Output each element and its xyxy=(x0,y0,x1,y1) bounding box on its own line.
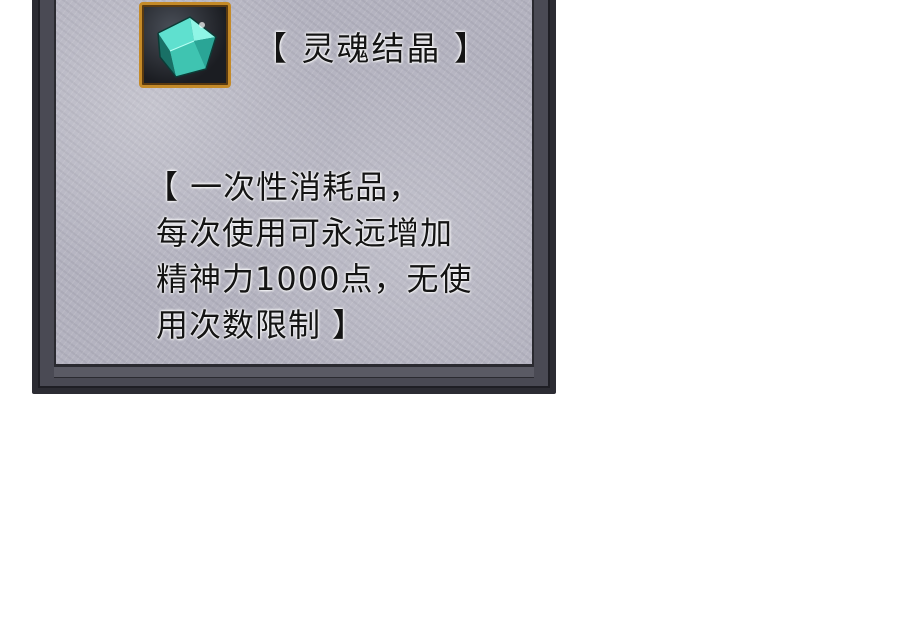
item-icon-slot[interactable] xyxy=(139,2,231,88)
panel-frame: 【 灵魂结晶 】 【 一次性消耗品， 每次使用可永远增加 精神力1000点，无使… xyxy=(38,0,550,388)
panel-bottom-rail xyxy=(54,366,534,378)
item-description-line: 精神力1000点，无使 xyxy=(156,260,473,298)
item-description-line: 每次使用可永远增加 xyxy=(156,214,454,252)
item-info-panel: 【 灵魂结晶 】 【 一次性消耗品， 每次使用可永远增加 精神力1000点，无使… xyxy=(32,0,556,394)
item-description-line: 用次数限制 】 xyxy=(156,306,366,344)
item-name: 【 灵魂结晶 】 xyxy=(254,29,489,68)
item-description: 【 一次性消耗品， 每次使用可永远增加 精神力1000点，无使 用次数限制 】 xyxy=(146,164,536,348)
item-description-line: 【 一次性消耗品， xyxy=(146,168,422,206)
soul-crystal-icon xyxy=(157,16,217,78)
panel-content: 【 灵魂结晶 】 【 一次性消耗品， 每次使用可永远增加 精神力1000点，无使… xyxy=(54,0,534,366)
